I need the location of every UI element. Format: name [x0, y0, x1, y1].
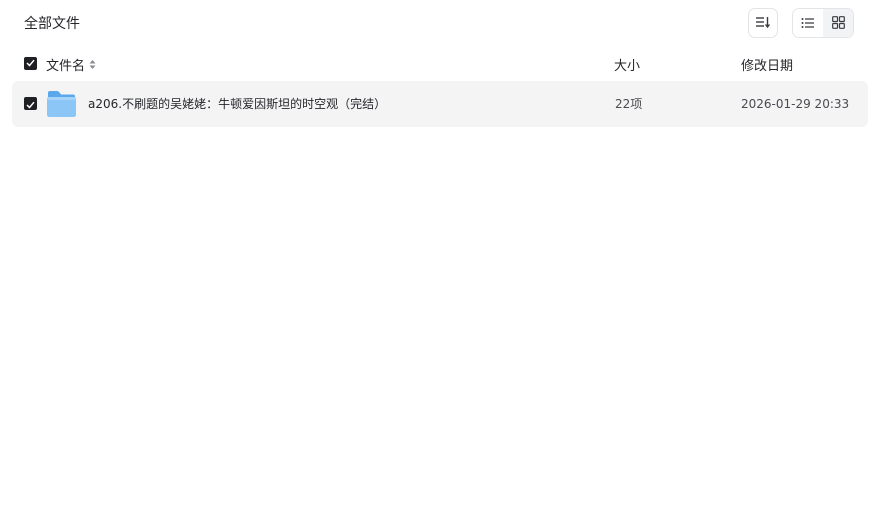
checkmark-icon — [26, 56, 35, 71]
column-header-size[interactable]: 大小 — [614, 55, 640, 74]
checkmark-icon — [26, 94, 35, 113]
table-row[interactable]: a206.不刷题的吴姥姥：牛顿爱因斯坦的时空观（完结） 22项 2026-01-… — [12, 81, 868, 127]
list-view-button[interactable] — [793, 9, 823, 37]
row-checkbox[interactable] — [24, 97, 37, 110]
file-modified-date: 2026-01-29 20:33 — [741, 97, 850, 111]
breadcrumb-title: 全部文件 — [24, 16, 80, 32]
sort-descending-icon — [755, 14, 771, 33]
file-size: 22项 — [615, 97, 643, 111]
column-header-modified[interactable]: 修改日期 — [741, 55, 793, 74]
grid-view-icon — [831, 14, 845, 33]
select-all-checkbox[interactable] — [24, 57, 37, 70]
toolbar — [748, 8, 854, 38]
sort-toggle-icon — [89, 59, 96, 70]
view-toggle-group — [792, 8, 854, 38]
column-name-label: 文件名 — [46, 59, 86, 74]
sort-button[interactable] — [748, 8, 778, 38]
file-name[interactable]: a206.不刷题的吴姥姥：牛顿爱因斯坦的时空观（完结） — [88, 96, 386, 112]
grid-view-button[interactable] — [823, 9, 853, 37]
table-header: 文件名 大小 修改日期 — [24, 54, 866, 74]
column-header-name[interactable]: 文件名 — [46, 55, 96, 74]
list-view-icon — [801, 14, 815, 33]
folder-icon — [46, 90, 77, 118]
